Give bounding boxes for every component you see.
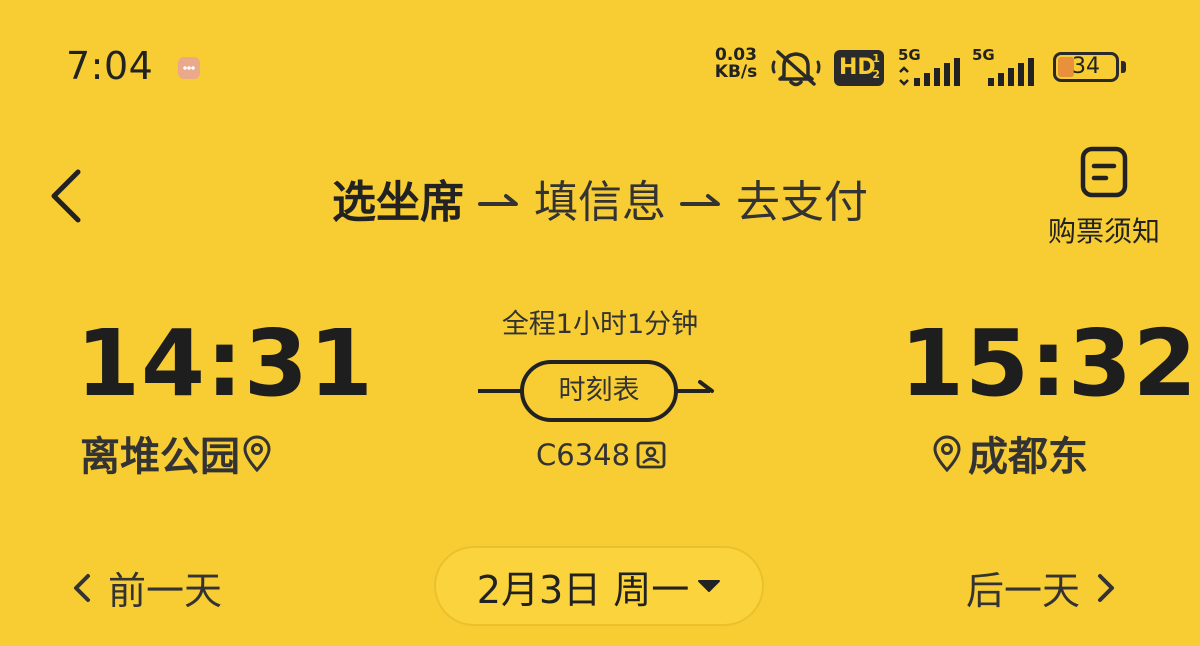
signal-bars-icon bbox=[988, 58, 1034, 86]
signal-strength-1: 5G bbox=[898, 46, 968, 86]
next-day-button[interactable]: 后一天 bbox=[966, 560, 1118, 615]
step-arrow-icon bbox=[478, 194, 518, 206]
departure-station-name: 离堆公园 bbox=[80, 434, 240, 480]
selected-date: 2月3日 周一 bbox=[476, 567, 690, 612]
date-selector[interactable]: 2月3日 周一 bbox=[434, 546, 764, 626]
battery-indicator: 34 bbox=[1053, 52, 1119, 82]
hd-voice-icon: HD 1 2 bbox=[834, 50, 884, 86]
back-chevron-icon[interactable] bbox=[46, 166, 86, 226]
arrival-station[interactable]: 成都东 bbox=[930, 424, 1088, 482]
signal-bars-icon bbox=[899, 58, 960, 86]
train-number-text: C6348 bbox=[536, 438, 631, 472]
caret-down-icon bbox=[698, 580, 721, 592]
arrival-station-name: 成都东 bbox=[968, 434, 1088, 480]
id-card-icon bbox=[636, 441, 666, 469]
next-day-label: 后一天 bbox=[966, 569, 1081, 613]
mute-bell-icon bbox=[771, 50, 821, 87]
step-select-seat: 选坐席 bbox=[332, 177, 464, 228]
message-notification-icon bbox=[178, 57, 200, 79]
network-speed-unit: KB/s bbox=[714, 62, 758, 82]
step-arrow-icon bbox=[680, 194, 720, 206]
departure-station[interactable]: 离堆公园 bbox=[80, 424, 274, 482]
timetable-button[interactable]: 时刻表 bbox=[520, 360, 678, 422]
previous-day-button[interactable]: 前一天 bbox=[70, 560, 222, 615]
network-speed: 0.03 KB/s bbox=[711, 47, 761, 81]
arrival-time: 15:32 bbox=[900, 310, 1198, 417]
location-pin-icon bbox=[243, 435, 271, 473]
notice-label: 购票须知 bbox=[1047, 215, 1160, 248]
booking-steps: 选坐席 填信息 去支付 bbox=[300, 168, 900, 228]
previous-day-label: 前一天 bbox=[108, 569, 223, 613]
step-pay: 去支付 bbox=[736, 177, 868, 228]
battery-level: 34 bbox=[1072, 54, 1100, 79]
location-pin-icon bbox=[933, 435, 961, 473]
train-number[interactable]: C6348 bbox=[536, 438, 666, 472]
departure-time: 14:31 bbox=[76, 310, 374, 417]
notice-document-icon bbox=[1080, 146, 1128, 198]
step-fill-info: 填信息 bbox=[534, 177, 666, 228]
chevron-left-icon bbox=[74, 573, 90, 602]
purchase-notice-button[interactable]: 购票须知 bbox=[1036, 146, 1172, 256]
chevron-right-icon bbox=[1098, 573, 1115, 602]
status-time: 7:04 bbox=[66, 44, 154, 88]
trip-duration: 全程1小时1分钟 bbox=[501, 309, 699, 340]
battery-tip bbox=[1121, 61, 1126, 73]
signal-strength-2: 5G bbox=[972, 46, 1042, 86]
